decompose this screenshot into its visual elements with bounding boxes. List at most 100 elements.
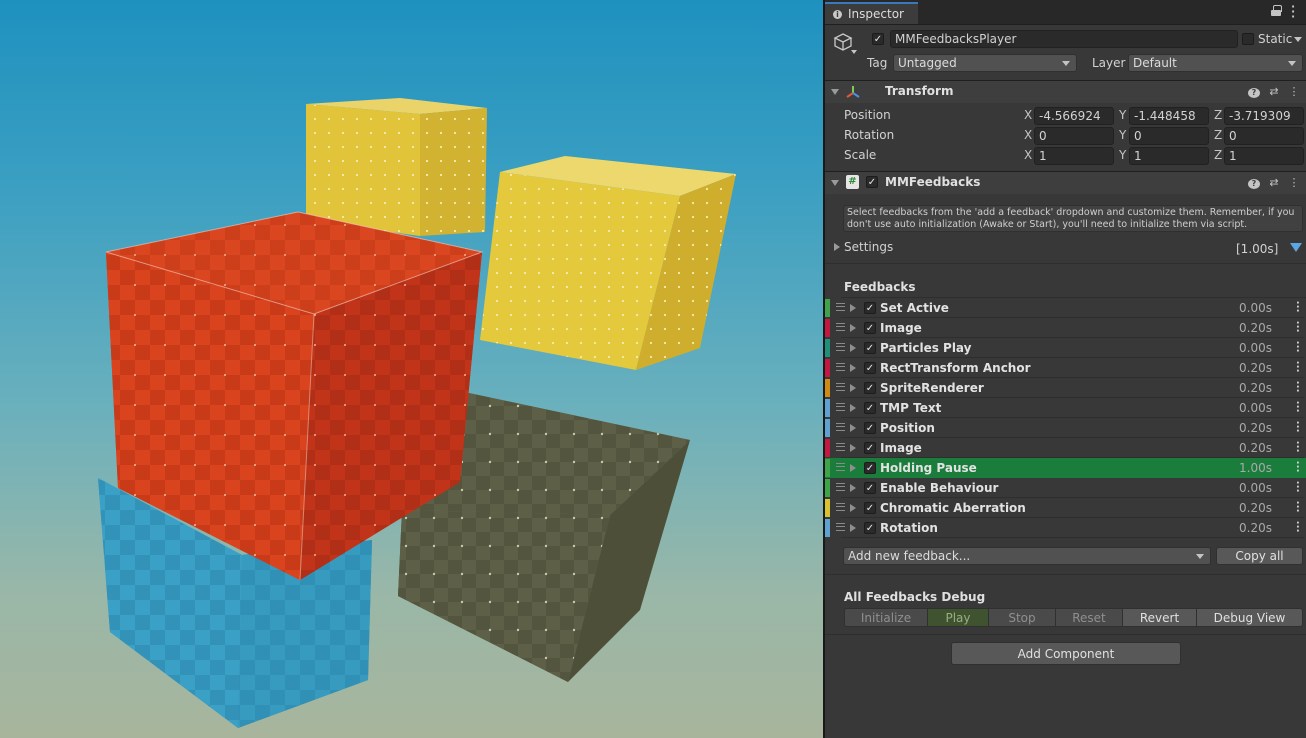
feedback-row[interactable]: ✓ Set Active 0.00s · · · (825, 298, 1306, 318)
drag-handle-icon[interactable] (836, 463, 845, 471)
drag-handle-icon[interactable] (836, 303, 845, 311)
expand-arrow-icon[interactable] (850, 504, 856, 512)
expand-arrow-icon[interactable] (834, 243, 840, 251)
feedback-active-checkbox[interactable]: ✓ (864, 502, 876, 514)
expand-arrow-icon[interactable] (850, 444, 856, 452)
tag-dropdown[interactable]: Untagged (893, 54, 1077, 72)
position-y-field[interactable]: -1.448458 (1129, 107, 1209, 125)
feedback-menu-icon[interactable]: · · · (1296, 319, 1300, 337)
expand-arrow-icon[interactable] (850, 484, 856, 492)
feedback-active-checkbox[interactable]: ✓ (864, 382, 876, 394)
feedback-active-checkbox[interactable]: ✓ (864, 482, 876, 494)
rotation-x-field[interactable]: 0 (1034, 127, 1114, 145)
feedback-menu-icon[interactable]: · · · (1296, 339, 1300, 357)
preset-sliders-icon[interactable]: ⇄ (1268, 176, 1280, 189)
revert-button[interactable]: Revert (1122, 608, 1197, 627)
gameobject-name-field[interactable]: MMFeedbacksPlayer (890, 30, 1238, 48)
expand-arrow-icon[interactable] (850, 384, 856, 392)
feedback-row[interactable]: ✓ Chromatic Aberration 0.20s · · · (825, 498, 1306, 518)
feedback-menu-icon[interactable]: · · · (1296, 439, 1300, 457)
feedback-active-checkbox[interactable]: ✓ (864, 302, 876, 314)
tab-inspector[interactable]: i Inspector (825, 2, 918, 24)
play-button[interactable]: Play (927, 608, 989, 627)
position-z-field[interactable]: -3.719309 (1224, 107, 1304, 125)
feedback-row[interactable]: ✓ Position 0.20s · · · (825, 418, 1306, 438)
feedback-row[interactable]: ✓ RectTransform Anchor 0.20s · · · (825, 358, 1306, 378)
more-options-icon[interactable]: · · · (1291, 1, 1295, 22)
feedback-menu-icon[interactable]: · · · (1296, 419, 1300, 437)
feedback-menu-icon[interactable]: · · · (1296, 519, 1300, 537)
feedback-row[interactable]: ✓ TMP Text 0.00s · · · (825, 398, 1306, 418)
expand-arrow-icon[interactable] (850, 304, 856, 312)
feedback-row[interactable]: ✓ Enable Behaviour 0.00s · · · (825, 478, 1306, 498)
feedback-menu-icon[interactable]: · · · (1296, 359, 1300, 377)
feedback-menu-icon[interactable]: · · · (1296, 399, 1300, 417)
rotation-y-field[interactable]: 0 (1129, 127, 1209, 145)
drag-handle-icon[interactable] (836, 423, 845, 431)
expand-arrow-icon[interactable] (850, 324, 856, 332)
feedback-menu-icon[interactable]: · · · (1296, 459, 1300, 477)
collapse-arrow-icon[interactable] (831, 180, 839, 186)
collapse-arrow-icon[interactable] (831, 89, 839, 95)
feedback-active-checkbox[interactable]: ✓ (864, 402, 876, 414)
feedback-row[interactable]: ✓ SpriteRenderer 0.20s · · · (825, 378, 1306, 398)
static-dropdown-caret[interactable] (1294, 37, 1302, 42)
copy-all-button[interactable]: Copy all (1216, 547, 1303, 565)
feedback-active-checkbox[interactable]: ✓ (864, 522, 876, 534)
drag-handle-icon[interactable] (836, 363, 845, 371)
feedback-menu-icon[interactable]: · · · (1296, 479, 1300, 497)
feedback-active-checkbox[interactable]: ✓ (864, 322, 876, 334)
gameobject-cube-icon[interactable] (833, 32, 853, 52)
gameobject-active-checkbox[interactable]: ✓ (872, 33, 884, 45)
feedback-row[interactable]: ✓ Image 0.20s · · · (825, 438, 1306, 458)
feedback-menu-icon[interactable]: · · · (1296, 499, 1300, 517)
drag-handle-icon[interactable] (836, 523, 845, 531)
settings-foldout[interactable]: Settings [1.00s] (825, 237, 1306, 259)
rotation-z-field[interactable]: 0 (1224, 127, 1304, 145)
expand-arrow-icon[interactable] (850, 464, 856, 472)
feedback-row[interactable]: ✓ Holding Pause 1.00s · · · (825, 458, 1306, 478)
feedback-row[interactable]: ✓ Image 0.20s · · · (825, 318, 1306, 338)
help-icon[interactable]: ? (1248, 176, 1260, 189)
add-feedback-dropdown[interactable]: Add new feedback... (843, 547, 1211, 565)
feedback-menu-icon[interactable]: · · · (1296, 299, 1300, 317)
expand-arrow-icon[interactable] (850, 344, 856, 352)
feedback-active-checkbox[interactable]: ✓ (864, 362, 876, 374)
icon-dropdown-caret[interactable] (851, 50, 857, 54)
expand-arrow-icon[interactable] (850, 524, 856, 532)
feedback-active-checkbox[interactable]: ✓ (864, 442, 876, 454)
help-icon[interactable]: ? (1248, 85, 1260, 98)
drag-handle-icon[interactable] (836, 403, 845, 411)
position-x-field[interactable]: -4.566924 (1034, 107, 1114, 125)
drag-handle-icon[interactable] (836, 343, 845, 351)
drag-handle-icon[interactable] (836, 443, 845, 451)
static-checkbox[interactable] (1242, 33, 1254, 45)
expand-arrow-icon[interactable] (850, 424, 856, 432)
feedback-menu-icon[interactable]: · · · (1296, 379, 1300, 397)
component-menu-icon[interactable]: ⋮ (1288, 85, 1300, 98)
transform-header[interactable]: Transform ? ⇄ ⋮ (825, 80, 1306, 103)
scale-z-field[interactable]: 1 (1224, 147, 1304, 165)
debug-view-button[interactable]: Debug View (1196, 608, 1303, 627)
reset-button[interactable]: Reset (1055, 608, 1123, 627)
scene-viewport[interactable] (0, 0, 823, 738)
feedback-row[interactable]: ✓ Particles Play 0.00s · · · (825, 338, 1306, 358)
layer-dropdown[interactable]: Default (1128, 54, 1303, 72)
stop-button[interactable]: Stop (988, 608, 1056, 627)
component-menu-icon[interactable]: ⋮ (1288, 176, 1300, 189)
initialize-button[interactable]: Initialize (844, 608, 928, 627)
drag-handle-icon[interactable] (836, 383, 845, 391)
feedback-active-checkbox[interactable]: ✓ (864, 462, 876, 474)
expand-arrow-icon[interactable] (850, 404, 856, 412)
drag-handle-icon[interactable] (836, 503, 845, 511)
feedback-active-checkbox[interactable]: ✓ (864, 422, 876, 434)
scale-x-field[interactable]: 1 (1034, 147, 1114, 165)
feedback-row[interactable]: ✓ Rotation 0.20s · · · (825, 518, 1306, 538)
preset-sliders-icon[interactable]: ⇄ (1268, 85, 1280, 98)
drag-handle-icon[interactable] (836, 483, 845, 491)
mmfeedbacks-enabled-checkbox[interactable]: ✓ (866, 176, 878, 188)
add-component-button[interactable]: Add Component (951, 642, 1181, 665)
expand-arrow-icon[interactable] (850, 364, 856, 372)
scale-y-field[interactable]: 1 (1129, 147, 1209, 165)
feedback-active-checkbox[interactable]: ✓ (864, 342, 876, 354)
